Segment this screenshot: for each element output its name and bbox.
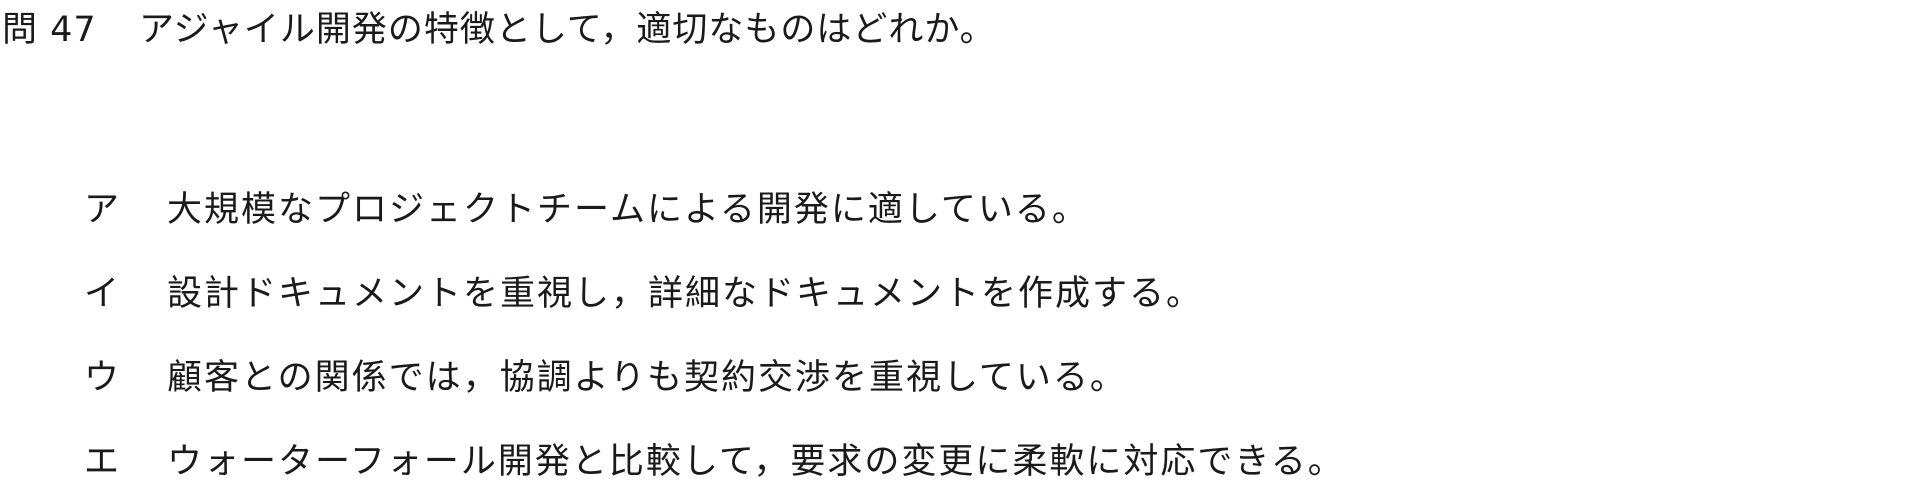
option-text: 顧客との関係では，協調よりも契約交渉を重視している。 [167, 357, 1127, 398]
option-text: 大規模なプロジェクトチームによる開発に適している。 [167, 189, 1089, 230]
question-text: アジャイル開発の特徴として，適切なものはどれか。 [139, 9, 996, 50]
option-i: イ 設計ドキュメントを重視し，詳細なドキュメントを作成する。 [84, 248, 1345, 332]
option-letter: ウ [84, 357, 122, 398]
question-number: 問 47 [2, 9, 97, 50]
option-e: エ ウォーターフォール開発と比較して，要求の変更に柔軟に対応できる。 [84, 416, 1345, 500]
exam-page: 問 47 アジャイル開発の特徴として，適切なものはどれか。 ア 大規模なプロジェ… [0, 0, 1923, 484]
option-letter: ア [84, 189, 122, 230]
option-text: 設計ドキュメントを重視し，詳細なドキュメントを作成する。 [167, 273, 1204, 314]
option-letter: エ [84, 441, 122, 482]
option-a: ア 大規模なプロジェクトチームによる開発に適している。 [84, 164, 1345, 248]
option-text: ウォーターフォール開発と比較して，要求の変更に柔軟に対応できる。 [167, 441, 1345, 482]
option-u: ウ 顧客との関係では，協調よりも契約交渉を重視している。 [84, 332, 1345, 416]
option-letter: イ [84, 273, 122, 314]
question-line: 問 47 アジャイル開発の特徴として，適切なものはどれか。 [2, 0, 996, 52]
answer-options: ア 大規模なプロジェクトチームによる開発に適している。 イ 設計ドキュメントを重… [84, 164, 1345, 500]
